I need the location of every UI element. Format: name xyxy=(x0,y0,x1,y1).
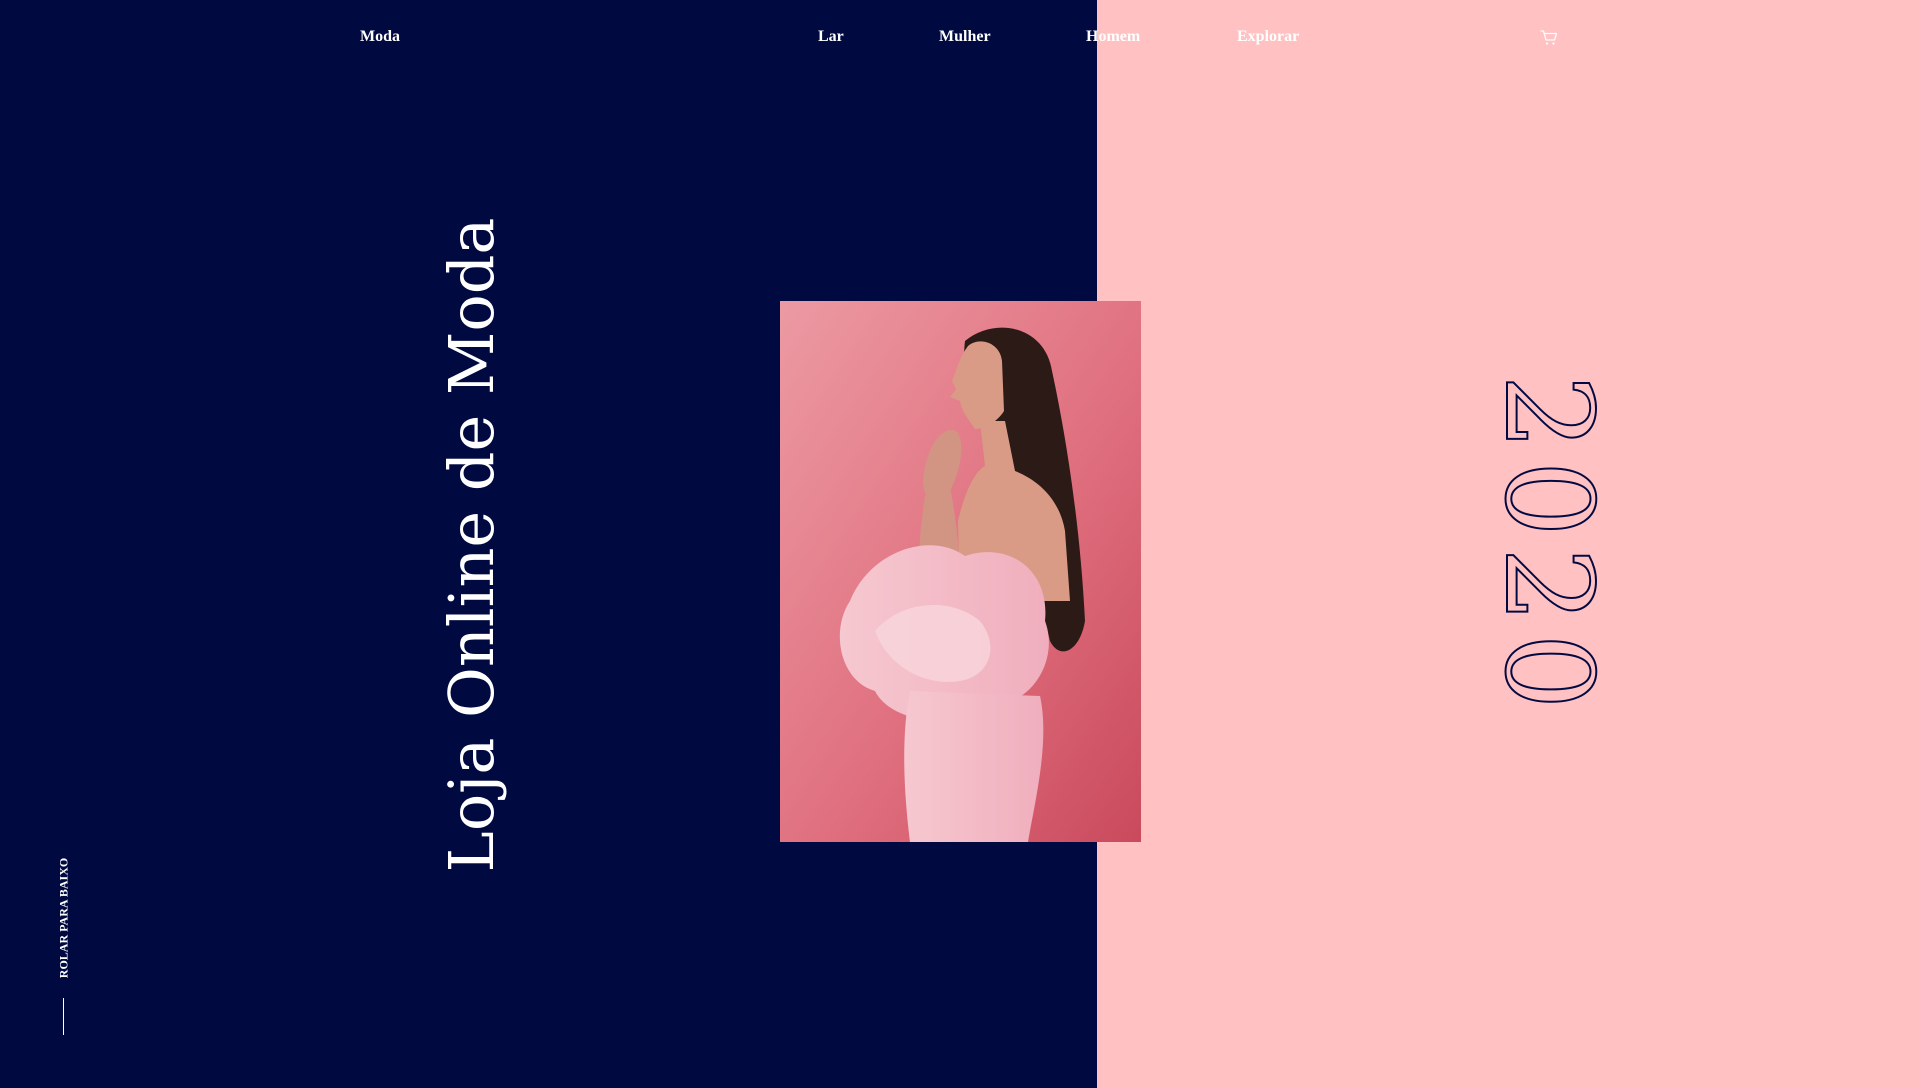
landing-page: Moda Lar Mulher Homem Explorar Loja Onli… xyxy=(0,0,1919,1088)
nav-link-mulher[interactable]: Mulher xyxy=(939,28,991,46)
scroll-down-label[interactable]: ROLAR PARA BAIXO xyxy=(57,858,72,978)
hero-photo xyxy=(780,301,1141,842)
scroll-indicator-line xyxy=(63,998,64,1035)
nav-link-explorar[interactable]: Explorar xyxy=(1237,28,1299,46)
hero-title: Loja Online de Moda xyxy=(435,217,508,873)
nav-link-homem[interactable]: Homem xyxy=(1086,28,1140,46)
shopping-cart-icon[interactable] xyxy=(1539,28,1559,48)
year-outline-text: 2020 xyxy=(1477,373,1618,720)
nav-link-lar[interactable]: Lar xyxy=(818,28,844,46)
brand-logo[interactable]: Moda xyxy=(360,28,400,46)
